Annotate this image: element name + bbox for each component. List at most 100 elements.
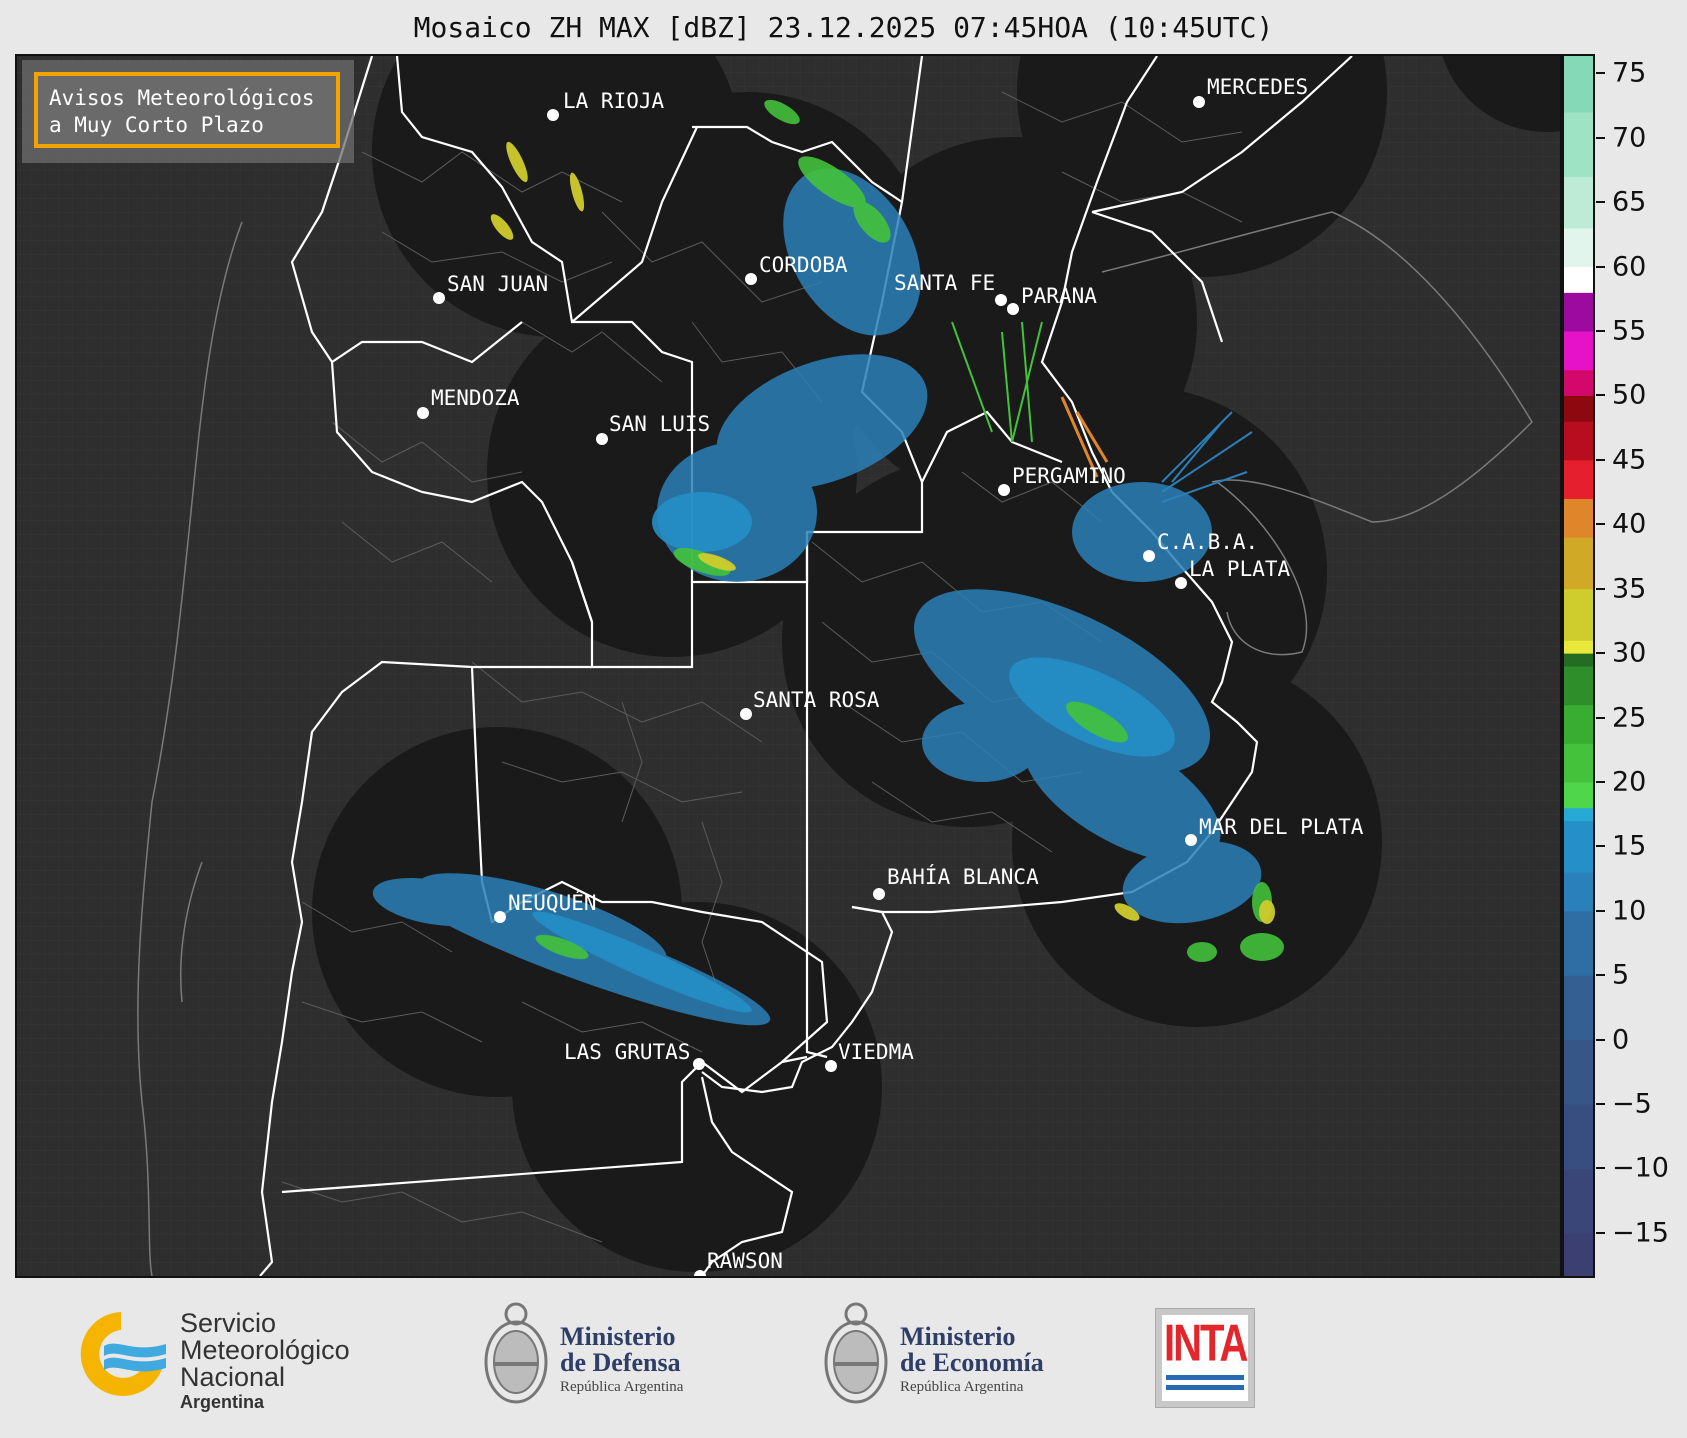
defensa-text: Ministerio de Defensa República Argentin… bbox=[560, 1324, 683, 1398]
colorbar-tick-label: 35 bbox=[1612, 573, 1647, 605]
colorbar-segment bbox=[1562, 537, 1595, 590]
colorbar-tick bbox=[1596, 72, 1605, 75]
colorbar-segment bbox=[1562, 1104, 1595, 1169]
city-label: VIEDMA bbox=[838, 1040, 914, 1064]
city-marker-parana bbox=[1007, 303, 1019, 315]
colorbar-segment bbox=[1562, 653, 1595, 667]
colorbar-tick bbox=[1596, 523, 1605, 526]
city-marker-mercedes bbox=[1193, 96, 1205, 108]
colorbar-segment bbox=[1562, 111, 1595, 177]
city-label: MAR DEL PLATA bbox=[1199, 815, 1364, 839]
colorbar-segment bbox=[1562, 666, 1595, 706]
smn-line-3: Nacional bbox=[180, 1362, 286, 1392]
city-label: SAN LUIS bbox=[609, 412, 710, 436]
colorbar-segment bbox=[1562, 54, 1595, 113]
colorbar-tick-label: 50 bbox=[1612, 379, 1647, 411]
city-marker-bahiablanca bbox=[873, 888, 885, 900]
city-label: MENDOZA bbox=[431, 386, 520, 410]
colorbar-tick bbox=[1596, 265, 1605, 268]
radar-map[interactable]: LA RIOJA MERCEDES SAN JUAN CORDOBA SANTA… bbox=[15, 54, 1562, 1278]
colorbar-tick bbox=[1596, 1167, 1605, 1170]
colorbar-segment bbox=[1562, 459, 1595, 500]
colorbar-tick bbox=[1596, 201, 1605, 204]
city-label: LA RIOJA bbox=[563, 89, 665, 113]
colorbar-tick-label: 30 bbox=[1612, 637, 1647, 669]
colorbar-tick bbox=[1596, 780, 1605, 783]
city-marker-mendoza bbox=[417, 407, 429, 419]
colorbar-tick-label: 5 bbox=[1612, 959, 1630, 991]
city-marker-caba bbox=[1143, 550, 1155, 562]
colorbar-tick bbox=[1596, 716, 1605, 719]
colorbar-tick bbox=[1596, 1231, 1605, 1234]
city-marker-cordoba bbox=[745, 273, 757, 285]
smn-line-4: Argentina bbox=[180, 1392, 265, 1412]
city-marker-pergamino bbox=[998, 484, 1010, 496]
city-label: C.A.B.A. bbox=[1157, 530, 1258, 554]
inta-word: INTA bbox=[1164, 1315, 1248, 1373]
colorbar-tick-label: −5 bbox=[1612, 1088, 1652, 1120]
city-label: CORDOBA bbox=[759, 253, 848, 277]
colorbar-tick-label: 20 bbox=[1612, 766, 1647, 798]
city-label: RAWSON bbox=[707, 1249, 783, 1273]
city-label: SANTA FE bbox=[894, 271, 995, 295]
warning-badge[interactable]: Avisos Meteorológicos a Muy Corto Plazo bbox=[34, 72, 340, 148]
badge-line-2: a Muy Corto Plazo bbox=[49, 113, 264, 137]
city-marker-santafe bbox=[995, 294, 1007, 306]
city-marker-sanluis bbox=[596, 433, 608, 445]
city-label: MERCEDES bbox=[1207, 75, 1308, 99]
smn-emblem bbox=[80, 1312, 166, 1396]
badge-line-1: Avisos Meteorológicos bbox=[49, 86, 315, 110]
colorbar-tick-label: 75 bbox=[1612, 57, 1647, 89]
smn-line-2: Meteorológico bbox=[180, 1335, 350, 1365]
inta-stripe bbox=[1166, 1385, 1244, 1390]
colorbar bbox=[1562, 54, 1595, 1278]
city-label: NEUQUÉN bbox=[508, 890, 597, 915]
colorbar-tick bbox=[1596, 330, 1605, 332]
city-marker-sanjuan bbox=[433, 292, 445, 304]
colorbar-segment bbox=[1562, 820, 1595, 873]
colorbar-tick-label: 65 bbox=[1612, 186, 1647, 218]
colorbar-tick-label: 60 bbox=[1612, 251, 1647, 283]
inta-stripe bbox=[1166, 1375, 1244, 1380]
colorbar-tick bbox=[1596, 394, 1605, 397]
colorbar-tick-label: 25 bbox=[1612, 702, 1647, 734]
colorbar-tick bbox=[1596, 845, 1605, 848]
colorbar-segment bbox=[1562, 781, 1595, 809]
defensa-line-3: República Argentina bbox=[560, 1379, 684, 1395]
colorbar-segment bbox=[1562, 588, 1595, 641]
economia-line-1: Ministerio bbox=[900, 1322, 1016, 1351]
colorbar-segment bbox=[1562, 292, 1595, 332]
colorbar-segment bbox=[1562, 1168, 1595, 1234]
colorbar-segment bbox=[1562, 872, 1595, 912]
map-title: Mosaico ZH MAX [dBZ] 23.12.2025 07:45HOA… bbox=[413, 11, 1274, 44]
colorbar-segment bbox=[1562, 807, 1595, 822]
city-label: PARANA bbox=[1021, 284, 1097, 308]
seal-icon bbox=[824, 1302, 888, 1404]
radar-map-canvas: LA RIOJA MERCEDES SAN JUAN CORDOBA SANTA… bbox=[17, 56, 1560, 1276]
economia-text: Ministerio de Economía República Argenti… bbox=[900, 1324, 1044, 1398]
colorbar-tick bbox=[1596, 1103, 1605, 1106]
colorbar-segment bbox=[1562, 176, 1595, 229]
colorbar-tick-label: 55 bbox=[1612, 315, 1647, 347]
colorbar-tick-label: −15 bbox=[1612, 1217, 1669, 1249]
economia-line-3: República Argentina bbox=[900, 1379, 1024, 1395]
colorbar-segment bbox=[1562, 369, 1595, 396]
colorbar-segment bbox=[1562, 910, 1595, 976]
city-label: LAS GRUTAS bbox=[564, 1040, 690, 1064]
defensa-line-2: de Defensa bbox=[560, 1348, 681, 1377]
colorbar-segment bbox=[1562, 227, 1595, 268]
colorbar-segment bbox=[1562, 395, 1595, 422]
colorbar-ticks: 75 70 65 60 55 50 45 40 35 30 25 20 15 10 5 0 −5 −10 −15 bbox=[1596, 54, 1686, 1278]
colorbar-segment bbox=[1562, 1232, 1595, 1278]
inta-logo: INTA bbox=[1155, 1308, 1255, 1408]
colorbar-tick bbox=[1596, 652, 1605, 655]
colorbar-segment bbox=[1562, 421, 1595, 461]
colorbar-segment bbox=[1562, 640, 1595, 654]
colorbar-tick-label: 10 bbox=[1612, 895, 1647, 927]
city-label: LA PLATA bbox=[1189, 557, 1291, 581]
logo-footer: Servicio Meteorológico Nacional Argentin… bbox=[0, 1278, 1687, 1438]
city-marker-viedma bbox=[825, 1060, 837, 1072]
colorbar-tick bbox=[1596, 458, 1605, 461]
colorbar-segment bbox=[1562, 1039, 1595, 1105]
city-marker-santarosa bbox=[740, 708, 752, 720]
